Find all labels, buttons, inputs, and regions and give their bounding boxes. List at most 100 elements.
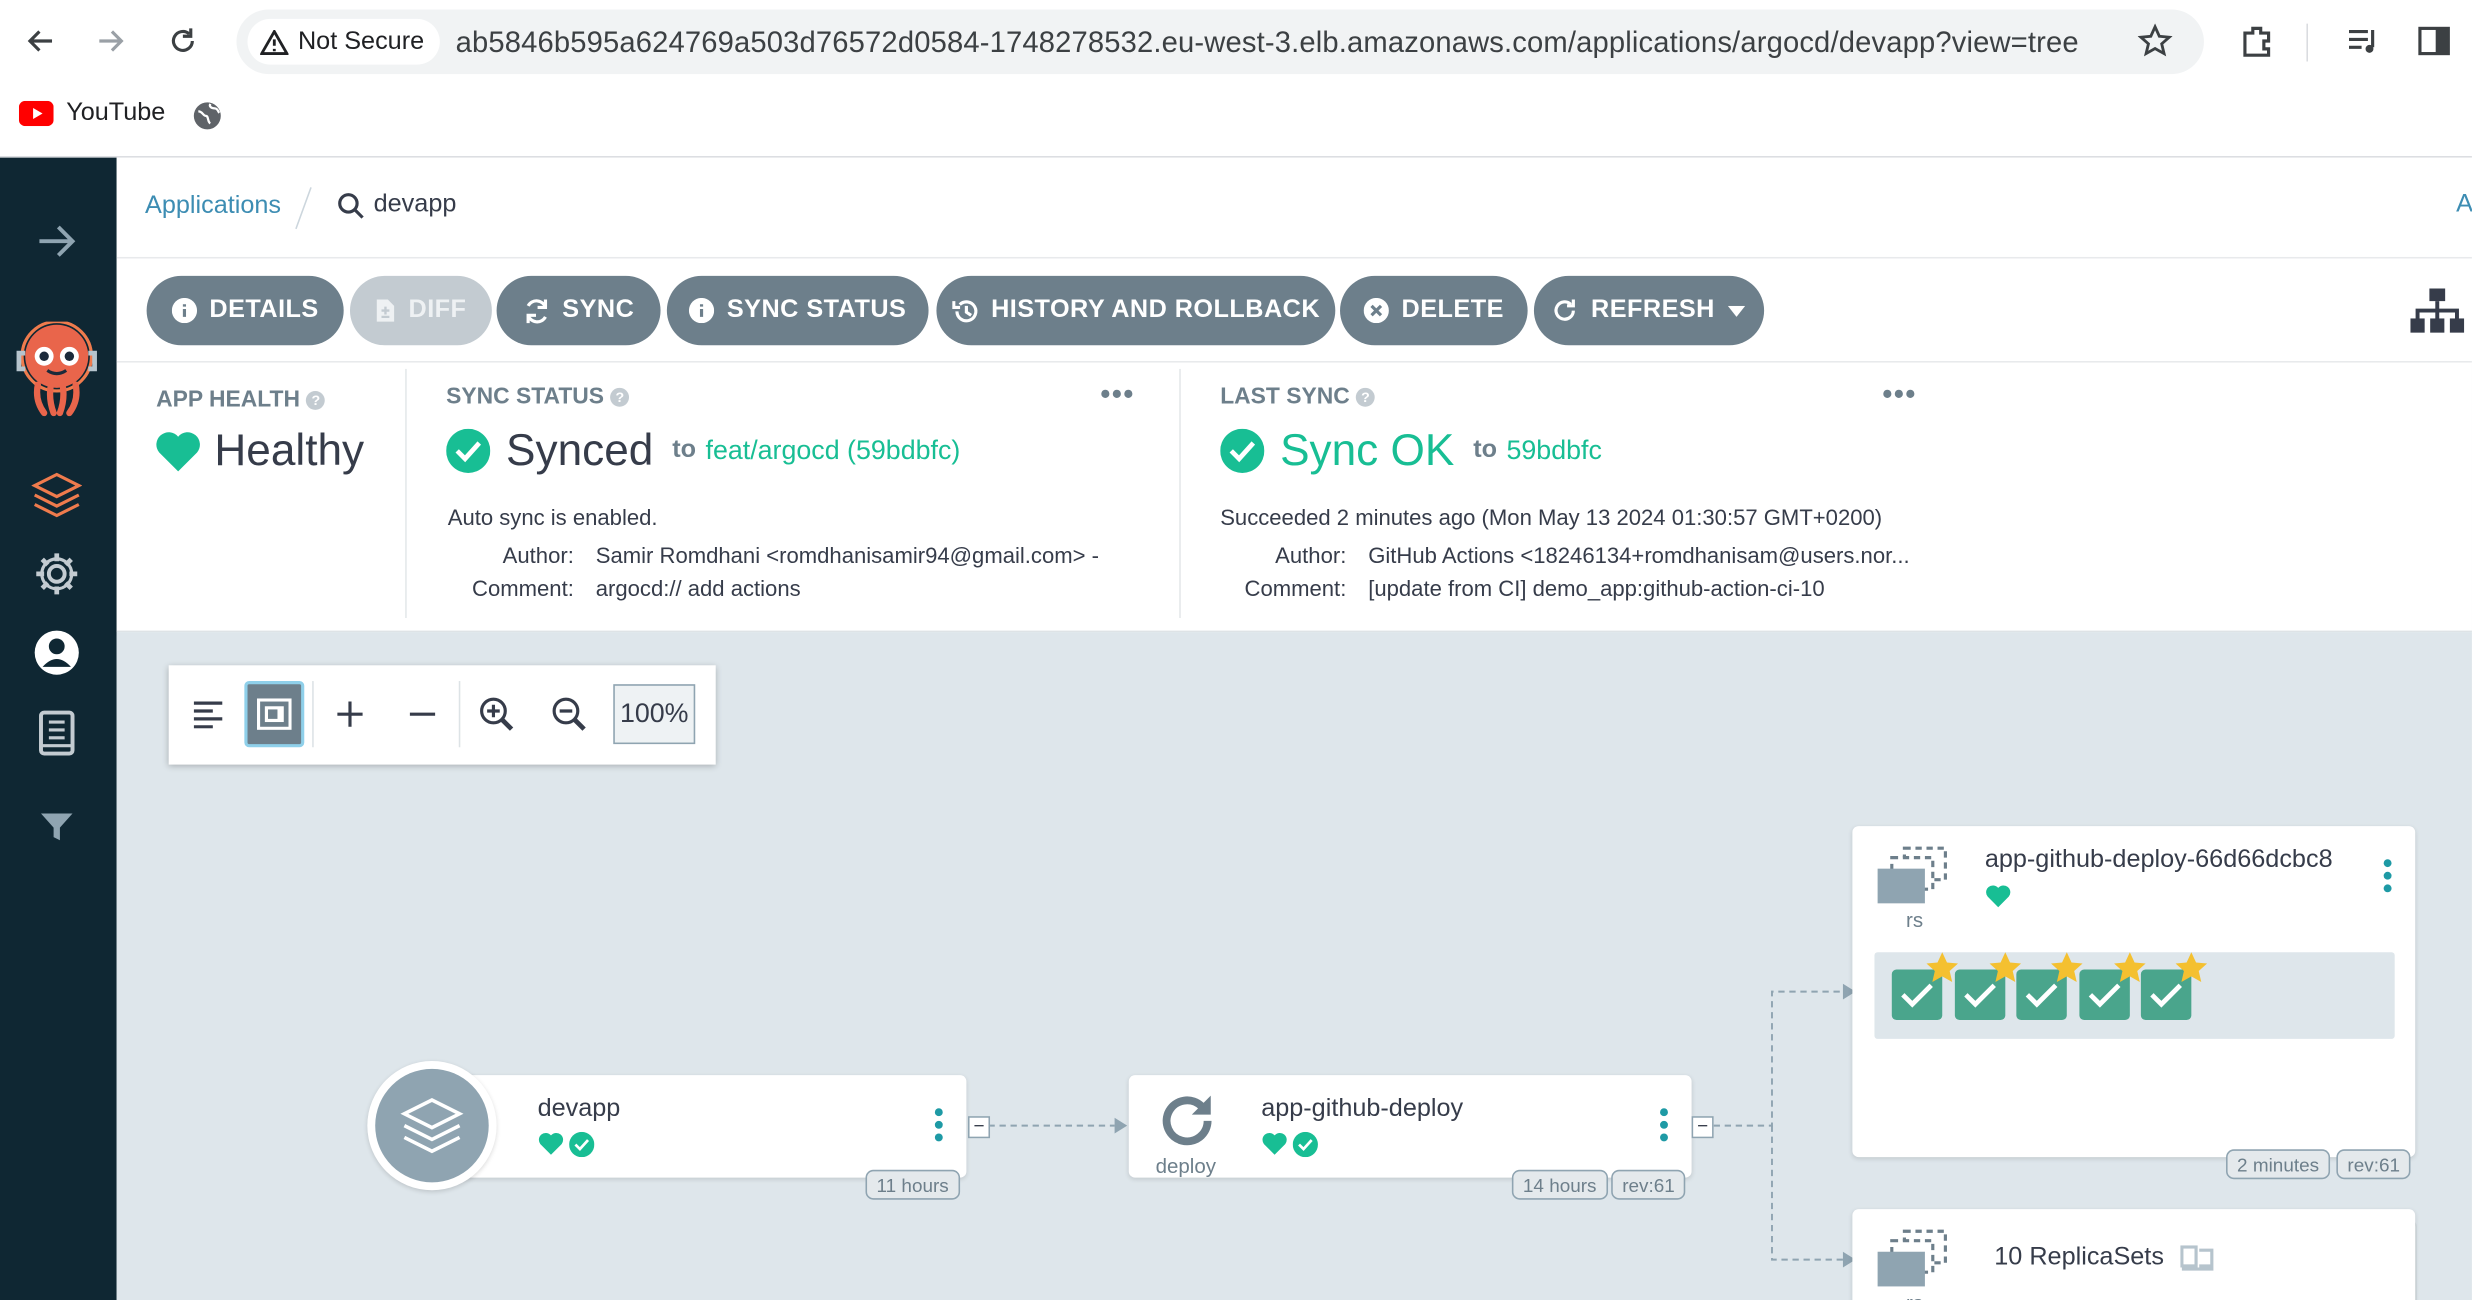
pod-box[interactable] [2016,952,2083,1020]
collapse-toggle[interactable]: − [1691,1116,1714,1139]
group-nodes-icon[interactable] [2179,1244,2215,1272]
app-health-value: Healthy [154,426,364,476]
applications-stack-icon[interactable] [28,467,85,524]
heart-icon [1985,884,2012,916]
help-icon[interactable]: ? [306,390,326,410]
security-label: Not Secure [297,27,425,55]
refresh-button[interactable]: REFRESH [1533,275,1765,346]
browser-chrome: Not Secure ab5846b595a624769a503d76572d0… [0,0,2472,158]
help-icon[interactable]: ? [610,387,630,407]
replicaset-group-node[interactable]: rs 10 ReplicaSets [1852,1209,2416,1300]
forward-icon[interactable] [88,19,132,63]
heart-icon [538,1132,564,1155]
app-health-text: Healthy [214,425,365,475]
filter-icon[interactable] [28,799,85,856]
author-value: GitHub Actions <18246134+romdhanisam@use… [1368,542,1910,568]
sync-label: SYNC [562,296,635,324]
app-health-label: APP HEALTH ? [156,387,326,414]
history-label: HISTORY AND ROLLBACK [991,296,1321,324]
help-icon[interactable]: ? [1356,387,1375,407]
nav-sidebar [0,157,117,1300]
node-menu-icon[interactable] [1660,1108,1669,1142]
sync-status-label: SYNC STATUS ? [446,384,630,410]
argo-logo-icon[interactable] [16,320,98,417]
sync-status-button[interactable]: SYNC STATUS [666,275,929,346]
delete-button[interactable]: DELETE [1340,275,1528,346]
replicaset-icon [1876,1228,1952,1296]
diff-button[interactable]: DIFF [349,275,492,346]
info-icon [689,297,715,324]
globe-icon[interactable] [192,101,222,139]
topbar-right-link[interactable]: A [2456,191,2472,219]
pod-box[interactable] [1891,952,1959,1020]
bookmark-youtube[interactable]: YouTube [18,99,166,127]
delete-circle-icon [1363,297,1389,324]
comment-value: argocd:// add actions [595,575,801,601]
deploy-node-status [1261,1131,1318,1158]
extensions-icon[interactable] [2239,22,2277,68]
pod-box[interactable] [2079,952,2146,1020]
file-diff-icon [376,299,395,322]
pod-group [1874,952,2395,1039]
sync-button[interactable]: SYNC [496,275,661,346]
deploy-node[interactable]: deploy app-github-deploy − [1128,1075,1714,1178]
app-node-icon [367,1060,497,1191]
star-icon [2175,952,2208,983]
youtube-icon [18,100,54,127]
replicaset-node[interactable]: rs app-github-deploy-66d66dcbc8 [1852,826,2416,1158]
details-button[interactable]: DETAILS [146,275,344,346]
breadcrumb-current[interactable]: devapp [337,191,456,219]
bookmark-star-icon[interactable] [2137,23,2173,67]
security-badge[interactable]: Not Secure [247,18,440,65]
pod-box[interactable] [2140,952,2208,1020]
url-text[interactable]: ab5846b595a624769a503d76572d0584-1748278… [456,25,2079,60]
deploy-kind: deploy [1155,1153,1216,1178]
last-sync-revision-link[interactable]: 59bdbfc [1506,435,1601,467]
last-sync-label: LAST SYNC ? [1220,385,1375,410]
sync-comment-row: Comment: argocd:// add actions [448,575,801,600]
replicaset-kind: rs [1905,908,1924,932]
collapse-toggle[interactable]: − [967,1116,991,1139]
docs-book-icon[interactable] [28,705,85,762]
breadcrumb-applications[interactable]: Applications [145,192,281,220]
deploy-sync-icon [1154,1093,1220,1161]
settings-gear-icon[interactable] [28,545,85,602]
side-panel-icon[interactable] [2415,22,2453,68]
node-menu-icon[interactable] [934,1108,944,1142]
sync-status-more-icon[interactable]: ••• [1100,378,1135,411]
last-sync-succeeded: Succeeded 2 minutes ago (Mon May 13 2024… [1220,504,1883,530]
check-circle-icon [1220,428,1265,473]
media-queue-icon[interactable] [2344,22,2382,68]
diff-label: DIFF [408,296,467,324]
warning-icon [260,29,289,55]
pod-box[interactable] [1954,952,2022,1020]
sync-status-label-text: SYNC STATUS [446,384,605,410]
back-icon[interactable] [19,19,63,63]
delete-label: DELETE [1401,296,1504,324]
last-sync-text: Sync OK [1280,425,1455,475]
expand-sidebar-icon[interactable] [28,213,85,270]
tree-view-icon[interactable] [2409,287,2466,342]
last-sync-more-icon[interactable]: ••• [1882,378,1917,411]
resource-tree-canvas[interactable]: 100% devapp − 11 hours deploy app-github… [116,632,2472,1300]
replicaset-node-name: app-github-deploy-66d66dcbc8 [1984,846,2333,874]
address-bar[interactable]: Not Secure ab5846b595a624769a503d76572d0… [236,9,2204,75]
app-node-status [538,1131,595,1158]
bookmark-label: YouTube [66,99,166,127]
reload-icon[interactable] [161,19,205,63]
breadcrumb-separator [295,187,312,230]
sync-status-label: SYNC STATUS [726,296,907,324]
node-menu-icon[interactable] [2383,859,2393,893]
sync-revision-link[interactable]: feat/argocd (59bdbfc) [706,435,961,467]
replicaset-group-name: 10 ReplicaSets [1994,1243,2164,1271]
auto-sync-text: Auto sync is enabled. [447,504,658,530]
last-sync-label-text: LAST SYNC [1220,384,1350,410]
history-rollback-button[interactable]: HISTORY AND ROLLBACK [936,275,1336,346]
heart-icon [1262,1132,1287,1155]
comment-key: Comment: [472,575,574,601]
app-health-label-text: APP HEALTH [156,387,301,414]
info-icon [171,297,197,324]
last-sync-value: Sync OK to 59bdbfc [1220,426,1602,476]
user-icon[interactable] [28,624,85,681]
sync-status-text: Synced [506,425,654,475]
